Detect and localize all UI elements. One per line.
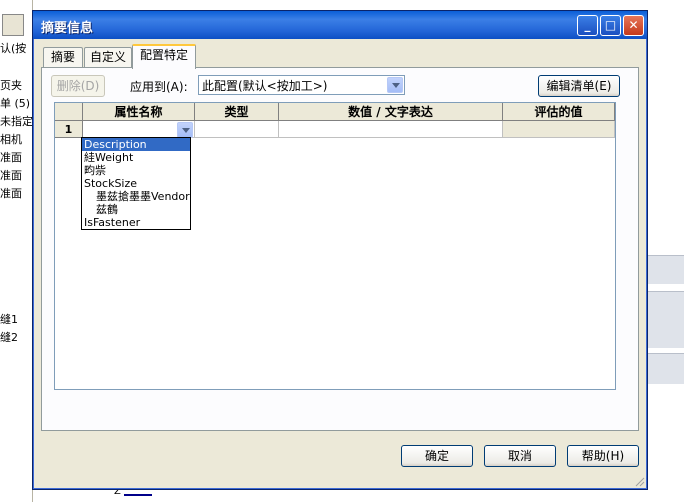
dropdown-option[interactable]: Description bbox=[82, 138, 190, 151]
tree-item[interactable]: 缝1 bbox=[0, 311, 18, 327]
chevron-down-icon[interactable] bbox=[387, 77, 403, 93]
row-number-header bbox=[55, 103, 83, 121]
dropdown-option[interactable]: 絓Weight bbox=[82, 151, 190, 164]
tree-item[interactable]: 单 (5) bbox=[0, 95, 30, 111]
column-header-value[interactable]: 数值 / 文字表达 bbox=[279, 103, 503, 121]
apply-to-label: 应用到(A): bbox=[130, 80, 188, 94]
tree-item[interactable]: 缝2 bbox=[0, 329, 18, 345]
apply-to-select[interactable]: 此配置(默认<按加工>) bbox=[198, 75, 405, 95]
tab-summary[interactable]: 摘要 bbox=[43, 47, 83, 67]
dropdown-option[interactable]: 墨兹搶墨墨Vendor bbox=[82, 190, 190, 203]
apply-to-value: 此配置(默认<按加工>) bbox=[202, 79, 328, 93]
chevron-down-icon[interactable] bbox=[177, 122, 193, 138]
tree-item[interactable]: 准面 bbox=[0, 149, 22, 165]
column-header-property-name[interactable]: 属性名称 bbox=[83, 103, 195, 121]
maximize-button[interactable]: □ bbox=[600, 15, 621, 36]
minimize-button[interactable]: _ bbox=[577, 15, 598, 36]
column-header-type[interactable]: 类型 bbox=[195, 103, 279, 121]
tree-item[interactable]: 相机 bbox=[0, 131, 22, 147]
dialog-title: 摘要信息 bbox=[41, 21, 94, 36]
property-name-dropdown[interactable]: Description 絓Weight 畇祡 StockSize 墨兹搶墨墨Ve… bbox=[81, 137, 191, 230]
tree-item[interactable]: 未指定 bbox=[0, 113, 33, 129]
summary-info-dialog: 摘要信息 _ □ ✕ 摘要 自定义 配置特定 删除(D) 应用到(A): 此配置… bbox=[32, 10, 648, 490]
edit-list-button[interactable]: 编辑清单(E) bbox=[538, 75, 620, 97]
tree-item[interactable]: 准面 bbox=[0, 167, 22, 183]
evaluated-cell bbox=[503, 121, 615, 138]
model-view-edge bbox=[645, 255, 684, 415]
dropdown-option[interactable]: 畇祡 bbox=[82, 164, 190, 177]
help-button[interactable]: 帮助(H) bbox=[567, 445, 639, 467]
config-specific-panel: 删除(D) 应用到(A): 此配置(默认<按加工>) 编辑清单(E) 属性名称 … bbox=[41, 67, 639, 431]
dropdown-option[interactable]: StockSize bbox=[82, 177, 190, 190]
tab-config-specific[interactable]: 配置特定 bbox=[132, 44, 196, 69]
column-header-evaluated[interactable]: 评估的值 bbox=[503, 103, 615, 121]
tree-item[interactable]: 页夹 bbox=[0, 77, 22, 93]
title-bar[interactable]: 摘要信息 _ □ ✕ bbox=[33, 11, 647, 39]
delete-button[interactable]: 删除(D) bbox=[51, 75, 105, 97]
dropdown-option[interactable]: IsFastener bbox=[82, 216, 190, 229]
resize-grip-icon[interactable] bbox=[635, 477, 645, 487]
close-button[interactable]: ✕ bbox=[623, 15, 644, 36]
cancel-button[interactable]: 取消 bbox=[484, 445, 556, 467]
tab-custom[interactable]: 自定义 bbox=[84, 47, 132, 67]
row-number: 1 bbox=[55, 121, 83, 138]
tree-item[interactable]: 准面 bbox=[0, 185, 22, 201]
value-cell[interactable] bbox=[279, 121, 503, 138]
property-name-cell[interactable] bbox=[83, 121, 195, 138]
type-cell[interactable] bbox=[195, 121, 279, 138]
part-icon bbox=[2, 14, 24, 36]
tree-item[interactable]: 认(按 bbox=[0, 40, 26, 56]
ok-button[interactable]: 确定 bbox=[401, 445, 473, 467]
dropdown-option[interactable]: 兹鶴 bbox=[82, 203, 190, 216]
feature-tree-panel: 认(按 页夹 单 (5) 未指定 相机 准面 准面 准面 缝1 缝2 bbox=[0, 0, 33, 502]
